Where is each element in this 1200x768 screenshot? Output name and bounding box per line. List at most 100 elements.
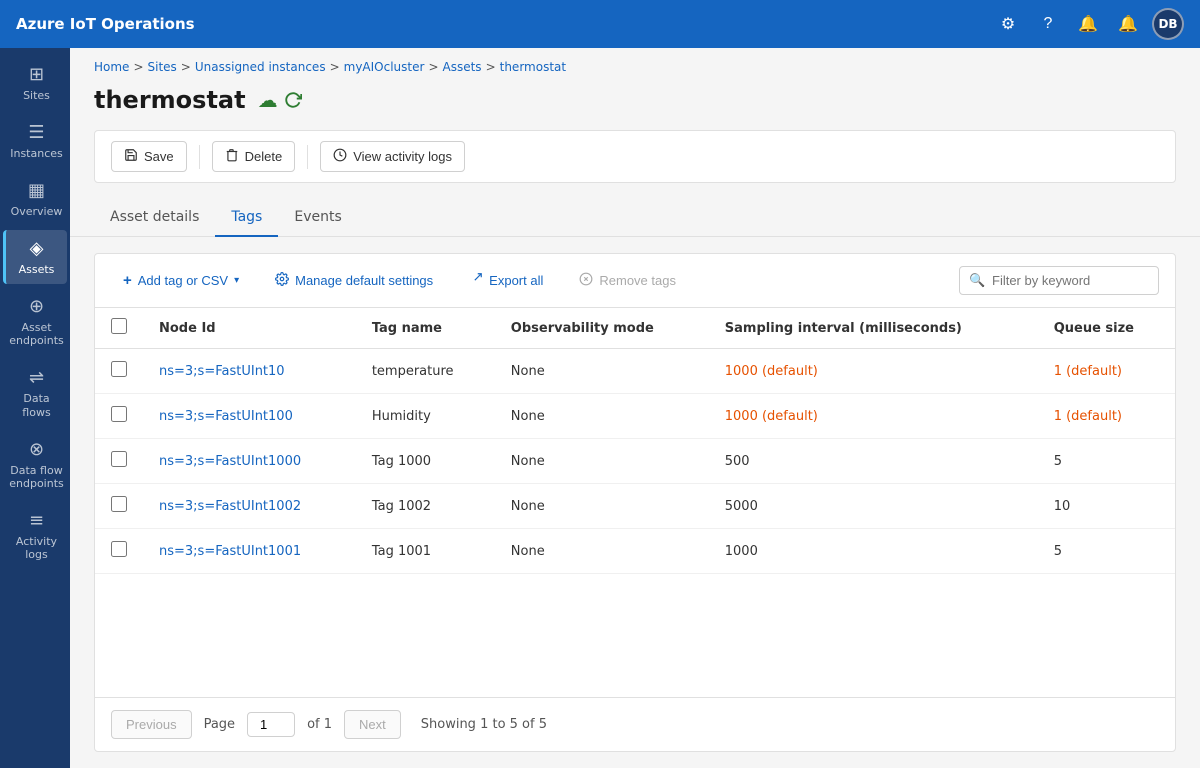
export-all-button[interactable]: Export all: [457, 266, 555, 295]
breadcrumb-cluster[interactable]: myAIOcluster: [344, 60, 425, 74]
next-button[interactable]: Next: [344, 710, 401, 739]
cloud-status-icon: ☁: [258, 88, 278, 112]
row-obs-mode: None: [495, 439, 709, 484]
instances-icon: ☰: [28, 122, 44, 143]
table-body: ns=3;s=FastUInt10 temperature None 1000 …: [95, 349, 1175, 574]
tab-asset-details[interactable]: Asset details: [94, 199, 215, 237]
logs-icon: [333, 148, 347, 165]
tab-tags[interactable]: Tags: [215, 199, 278, 237]
remove-tags-button[interactable]: Remove tags: [567, 266, 688, 295]
table-row: ns=3;s=FastUInt1002 Tag 1002 None 5000 1…: [95, 484, 1175, 529]
header-obs-mode: Observability mode: [495, 308, 709, 349]
data-flow-endpoints-icon: ⊗: [29, 439, 44, 460]
action-toolbar: Save Delete: [94, 130, 1176, 183]
header-sampling: Sampling interval (milliseconds): [709, 308, 1038, 349]
user-avatar[interactable]: DB: [1152, 8, 1184, 40]
row-node-id: ns=3;s=FastUInt100: [143, 394, 356, 439]
row-sampling: 1000 (default): [709, 349, 1038, 394]
sidebar-label-overview: Overview: [11, 205, 63, 218]
row-checkbox-4[interactable]: [111, 541, 127, 557]
page-number-input[interactable]: [247, 712, 295, 737]
row-checkbox-cell: [95, 349, 143, 394]
row-node-id: ns=3;s=FastUInt1000: [143, 439, 356, 484]
sidebar-item-overview[interactable]: ▦ Overview: [3, 172, 67, 226]
node-id-link-0[interactable]: ns=3;s=FastUInt10: [159, 364, 285, 379]
row-checkbox-cell: [95, 394, 143, 439]
row-checkbox-2[interactable]: [111, 451, 127, 467]
node-id-link-3[interactable]: ns=3;s=FastUInt1002: [159, 499, 301, 514]
select-all-checkbox[interactable]: [111, 318, 127, 334]
table-row: ns=3;s=FastUInt100 Humidity None 1000 (d…: [95, 394, 1175, 439]
header-checkbox-col: [95, 308, 143, 349]
row-tag-name: Tag 1002: [356, 484, 495, 529]
row-sampling: 1000: [709, 529, 1038, 574]
asset-endpoints-icon: ⊕: [29, 296, 44, 317]
sidebar-label-asset-endpoints: Asset endpoints: [9, 321, 64, 347]
node-id-link-1[interactable]: ns=3;s=FastUInt100: [159, 409, 293, 424]
sidebar-item-sites[interactable]: ⊞ Sites: [3, 56, 67, 110]
row-node-id: ns=3;s=FastUInt1001: [143, 529, 356, 574]
sidebar-label-sites: Sites: [23, 89, 50, 102]
row-node-id: ns=3;s=FastUInt10: [143, 349, 356, 394]
row-checkbox-3[interactable]: [111, 496, 127, 512]
app-title: Azure IoT Operations: [16, 15, 980, 33]
previous-button[interactable]: Previous: [111, 710, 192, 739]
toolbar-divider: [199, 145, 200, 169]
sidebar-item-instances[interactable]: ☰ Instances: [3, 114, 67, 168]
filter-input[interactable]: [959, 266, 1159, 295]
manage-settings-button[interactable]: Manage default settings: [263, 266, 445, 295]
breadcrumb-unassigned-instances[interactable]: Unassigned instances: [195, 60, 326, 74]
save-button[interactable]: Save: [111, 141, 187, 172]
sidebar-item-data-flow-endpoints[interactable]: ⊗ Data flow endpoints: [3, 431, 67, 498]
filter-input-wrap: 🔍: [959, 266, 1159, 295]
row-checkbox-cell: [95, 439, 143, 484]
help-icon[interactable]: ?: [1032, 8, 1064, 40]
row-node-id: ns=3;s=FastUInt1002: [143, 484, 356, 529]
sidebar-label-data-flows: Data flows: [10, 392, 63, 418]
row-tag-name: Humidity: [356, 394, 495, 439]
view-logs-button[interactable]: View activity logs: [320, 141, 465, 172]
top-navigation: Azure IoT Operations ⚙ ? 🔔 🔔 DB: [0, 0, 1200, 48]
feedback-icon[interactable]: 🔔: [1072, 8, 1104, 40]
row-obs-mode: None: [495, 394, 709, 439]
row-queue-size: 5: [1038, 529, 1175, 574]
notifications-icon[interactable]: 🔔: [1112, 8, 1144, 40]
sidebar-item-assets[interactable]: ◈ Assets: [3, 230, 67, 284]
data-flows-icon: ⇌: [29, 367, 44, 388]
node-id-link-2[interactable]: ns=3;s=FastUInt1000: [159, 454, 301, 469]
sidebar-item-activity-logs[interactable]: ≡ Activity logs: [3, 502, 67, 569]
row-checkbox-1[interactable]: [111, 406, 127, 422]
showing-text: Showing 1 to 5 of 5: [421, 717, 547, 732]
chevron-down-icon: ▾: [234, 275, 239, 286]
delete-button[interactable]: Delete: [212, 141, 296, 172]
table-toolbar: + Add tag or CSV ▾ Manage default settin…: [95, 254, 1175, 308]
remove-icon: [579, 272, 593, 289]
sites-icon: ⊞: [29, 64, 44, 85]
of-label: of 1: [307, 717, 332, 732]
tab-events[interactable]: Events: [278, 199, 357, 237]
assets-icon: ◈: [30, 238, 44, 259]
row-obs-mode: None: [495, 484, 709, 529]
settings-icon[interactable]: ⚙: [992, 8, 1024, 40]
sidebar-label-data-flow-endpoints: Data flow endpoints: [9, 464, 64, 490]
sidebar-item-asset-endpoints[interactable]: ⊕ Asset endpoints: [3, 288, 67, 355]
tags-table-container: + Add tag or CSV ▾ Manage default settin…: [94, 253, 1176, 752]
row-queue-size: 1 (default): [1038, 349, 1175, 394]
row-queue-size: 1 (default): [1038, 394, 1175, 439]
breadcrumb-home[interactable]: Home: [94, 60, 129, 74]
add-tag-button[interactable]: + Add tag or CSV ▾: [111, 266, 251, 295]
page-header: thermostat ☁: [70, 78, 1200, 130]
sidebar-item-data-flows[interactable]: ⇌ Data flows: [3, 359, 67, 426]
row-tag-name: temperature: [356, 349, 495, 394]
row-sampling: 500: [709, 439, 1038, 484]
row-checkbox-cell: [95, 484, 143, 529]
overview-icon: ▦: [28, 180, 45, 201]
node-id-link-4[interactable]: ns=3;s=FastUInt1001: [159, 544, 301, 559]
table-row: ns=3;s=FastUInt1001 Tag 1001 None 1000 5: [95, 529, 1175, 574]
header-node-id: Node Id: [143, 308, 356, 349]
row-checkbox-0[interactable]: [111, 361, 127, 377]
breadcrumb-assets[interactable]: Assets: [443, 60, 482, 74]
breadcrumb-sites[interactable]: Sites: [148, 60, 177, 74]
bottom-spacer: [70, 752, 1200, 768]
add-icon: +: [123, 272, 132, 289]
